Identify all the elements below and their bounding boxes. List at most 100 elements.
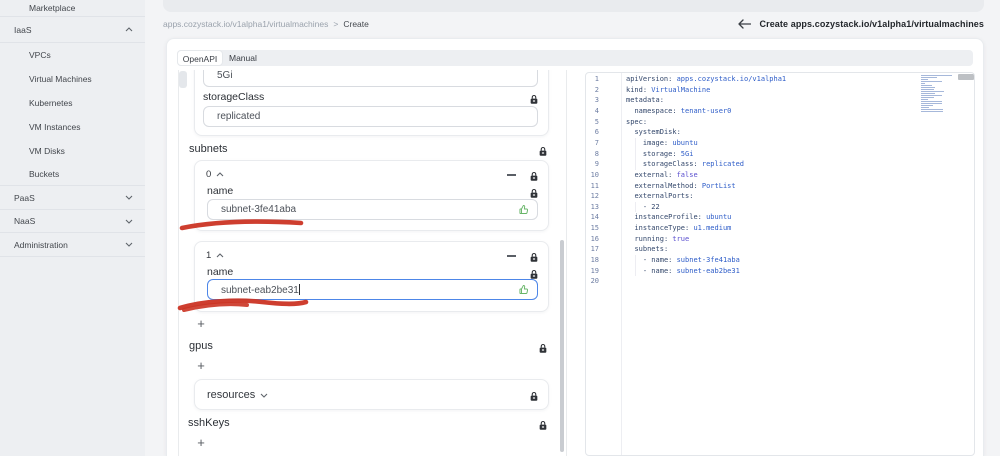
yaml-editor[interactable]: 1 apiVersion: apps.cozystack.io/v1alpha1 2… [585, 72, 975, 456]
chevron-down-icon [125, 195, 133, 200]
line-number: 8 [594, 149, 599, 158]
code-line: 16 running: true [586, 234, 974, 245]
code-line: 17 subnets: [586, 244, 974, 255]
code-line: 4 namespace: tenant-user0 [586, 106, 974, 117]
subnets-section-label: subnets [189, 143, 228, 155]
minimap-slider[interactable] [958, 74, 974, 80]
code-line: 19 - name: subnet-eab2be31 [586, 265, 974, 277]
sidebar-item-vpcs[interactable]: VPCs [0, 43, 145, 67]
code-line: 20 [586, 276, 974, 287]
like-icon [518, 284, 530, 296]
breadcrumb: apps.cozystack.io/v1alpha1/virtualmachin… [163, 11, 369, 36]
sidebar-item-label: VPCs [29, 50, 51, 60]
breadcrumb-path[interactable]: apps.cozystack.io/v1alpha1/virtualmachin… [163, 19, 328, 29]
form-scroll-area[interactable]: 5Gi storageClass replicated subnets 0 na… [178, 70, 567, 456]
line-number: 16 [590, 234, 599, 243]
sidebar-item-label: Buckets [29, 169, 60, 179]
code-line: 12 externalPorts: [586, 191, 974, 202]
sidebar-item-label: Virtual Machines [29, 74, 92, 84]
lock-icon[interactable] [538, 418, 548, 430]
subnet-item-0-card [194, 160, 549, 231]
code-line: 2 kind: VirtualMachine [586, 85, 974, 96]
line-number: 7 [594, 138, 599, 147]
sidebar-item-vm-instances[interactable]: VM Instances [0, 115, 145, 139]
subnet-item-1-card [194, 241, 549, 312]
remove-item-button[interactable] [505, 250, 517, 262]
code-line: 18 - name: subnet-3fe41aba [586, 255, 974, 266]
page-title: Create apps.cozystack.io/v1alpha1/virtua… [759, 18, 984, 29]
app-window: Marketplace IaaS VPCs Virtual Machines Kuber… [0, 0, 1000, 456]
line-number: 1 [594, 75, 599, 83]
ssh-keys-section-label: sshKeys [188, 417, 230, 429]
lock-icon[interactable] [529, 267, 539, 279]
gpus-section-label: gpus [189, 340, 213, 352]
sidebar-item-label: NaaS [14, 216, 36, 226]
back-arrow-icon[interactable] [737, 18, 751, 29]
text-cursor [298, 283, 300, 295]
code-line: 9 storageClass: replicated [586, 159, 974, 170]
sidebar-item-marketplace[interactable]: Marketplace [0, 0, 145, 17]
line-number: 5 [594, 117, 599, 126]
remove-item-button[interactable] [505, 169, 517, 181]
code-line: 11 externalMethod: PortList [586, 181, 974, 192]
line-number: 9 [594, 160, 599, 169]
sidebar-item-label: VM Instances [29, 122, 81, 132]
chevron-down-icon [125, 219, 133, 224]
code-line: 13 - 22 [586, 201, 974, 213]
lock-icon[interactable] [529, 169, 539, 181]
resources-toggle[interactable]: resources [207, 388, 268, 401]
subnet-item-0-header[interactable]: 0 [206, 168, 224, 181]
add-subnet-button[interactable]: + [193, 316, 209, 332]
add-gpu-button[interactable]: + [193, 358, 209, 374]
storage-class-label: storageClass [203, 91, 265, 103]
tab-manual[interactable]: Manual [229, 50, 257, 66]
sidebar-item-buckets[interactable]: Buckets [0, 163, 145, 186]
lock-icon[interactable] [529, 250, 539, 262]
breadcrumb-current: Create [343, 18, 369, 29]
scroll-handle-remnant [179, 71, 187, 88]
sidebar-item-label: Administration [14, 239, 68, 250]
sidebar-item-iaas[interactable]: IaaS [0, 17, 145, 43]
lock-icon[interactable] [529, 92, 539, 104]
minimap[interactable] [921, 75, 955, 117]
line-number: 19 [590, 266, 599, 275]
line-number: 15 [590, 224, 599, 233]
line-number: 6 [594, 128, 599, 137]
code-line: 15 instanceType: u1.medium [586, 223, 974, 234]
sidebar-item-vm-disks[interactable]: VM Disks [0, 139, 145, 163]
code-line: 8 storage: 5Gi [586, 148, 974, 160]
sidebar-item-naas[interactable]: NaaS [0, 210, 145, 233]
form-scrollbar[interactable] [560, 240, 564, 452]
line-number: 11 [590, 181, 599, 190]
chevron-down-icon [125, 242, 133, 247]
storage-class-input[interactable]: replicated [203, 106, 538, 127]
breadcrumb-separator: > [333, 18, 339, 29]
sidebar-item-label: Kubernetes [29, 98, 73, 108]
item-index: 1 [206, 250, 212, 261]
code-line: 7 image: ubuntu [586, 137, 974, 149]
sidebar-item-kubernetes[interactable]: Kubernetes [0, 91, 145, 115]
sidebar-item-virtual-machines[interactable]: Virtual Machines [0, 67, 145, 91]
tab-openapi[interactable]: OpenAPI [177, 50, 223, 66]
subnet-name-label-1: name [207, 266, 234, 278]
sidebar: Marketplace IaaS VPCs Virtual Machines Kuber… [0, 0, 145, 456]
code-line: 1 apiVersion: apps.cozystack.io/v1alpha1 [586, 74, 974, 85]
sidebar-item-label: IaaS [14, 24, 32, 35]
sidebar-item-administration[interactable]: Administration [0, 233, 145, 257]
storage-input[interactable]: 5Gi [203, 70, 538, 87]
lock-icon[interactable] [538, 341, 548, 353]
add-ssh-key-button[interactable]: + [193, 435, 209, 451]
sidebar-item-paas[interactable]: PaaS [0, 186, 145, 210]
lock-icon[interactable] [529, 389, 539, 401]
resources-label: resources [207, 388, 256, 401]
page-header: Create apps.cozystack.io/v1alpha1/virtua… [737, 11, 985, 36]
subnet-name-input-0[interactable]: subnet-3fe41aba [207, 199, 538, 220]
line-number: 3 [594, 96, 599, 105]
subnet-item-1-header[interactable]: 1 [206, 249, 224, 262]
subnet-name-input-1[interactable]: subnet-eab2be31 [207, 279, 538, 300]
item-index: 0 [206, 169, 212, 180]
lock-icon[interactable] [529, 186, 539, 198]
line-number: 10 [590, 170, 599, 179]
lock-icon[interactable] [538, 144, 548, 156]
line-number: 4 [594, 106, 599, 115]
